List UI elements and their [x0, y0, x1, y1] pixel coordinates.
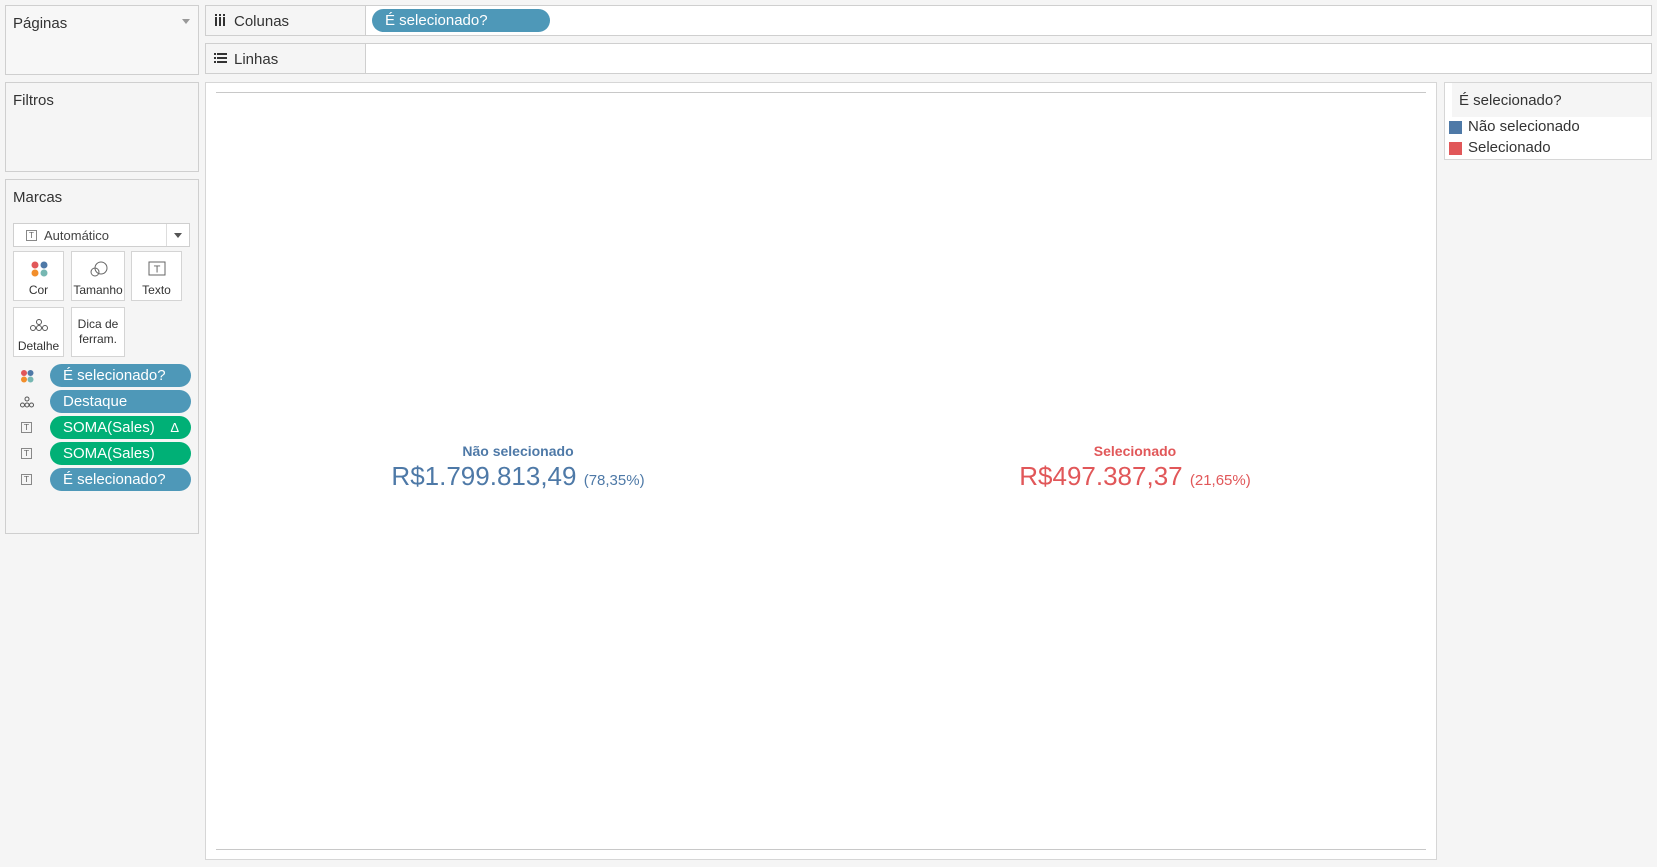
bottom-divider [216, 849, 1426, 850]
chevron-down-icon[interactable] [166, 224, 189, 246]
delta-icon: Δ [170, 420, 179, 435]
text-icon: T [20, 473, 34, 487]
pill-e-selecionado-color[interactable]: É selecionado? [50, 364, 191, 387]
marks-title: Marcas [13, 189, 63, 206]
color-button[interactable]: Cor [13, 251, 64, 301]
view-canvas[interactable]: Não selecionado R$1.799.813,49 (78,35%) … [205, 82, 1437, 860]
pill-soma-sales[interactable]: SOMA(Sales) [50, 442, 191, 465]
pill-e-selecionado-columns[interactable]: É selecionado? [372, 9, 550, 32]
cell-value-line: R$1.799.813,49 (78,35%) [218, 461, 818, 492]
size-icon [72, 260, 124, 280]
legend-swatch [1449, 142, 1462, 155]
pill-e-selecionado-text[interactable]: É selecionado? [50, 468, 191, 491]
filters-card[interactable]: Filtros [5, 82, 199, 172]
mark-selecionado[interactable]: Selecionado R$497.387,37 (21,65%) [835, 443, 1435, 492]
rows-shelf[interactable]: Linhas [205, 43, 1652, 74]
detail-label: Detalhe [17, 339, 60, 353]
legend-swatch [1449, 121, 1462, 134]
mark-type-label: Automático [44, 228, 110, 243]
text-label: Texto [142, 283, 171, 297]
detail-icon [14, 316, 63, 336]
cell-percent: (78,35%) [583, 472, 645, 489]
legend-title-text: É selecionado? [1459, 92, 1562, 109]
text-button[interactable]: T Texto [131, 251, 182, 301]
mark-nao-selecionado[interactable]: Não selecionado R$1.799.813,49 (78,35%) [218, 443, 818, 492]
pages-title: Páginas [13, 15, 68, 32]
rows-label: Linhas [234, 51, 279, 68]
columns-shelf[interactable]: Colunas É selecionado? [205, 5, 1652, 36]
text-icon: T [26, 230, 37, 241]
cell-value: R$1.799.813,49 [391, 461, 577, 491]
rows-shelf-label: Linhas [206, 44, 366, 73]
pages-card[interactable]: Páginas [5, 5, 199, 75]
columns-drop-area[interactable]: É selecionado? [366, 6, 1651, 35]
cell-value-line: R$497.387,37 (21,65%) [835, 461, 1435, 492]
color-icon [14, 260, 63, 280]
color-legend[interactable]: É selecionado? Não selecionado Seleciona… [1444, 82, 1652, 160]
color-icon [20, 369, 34, 383]
cell-category: Selecionado [1093, 443, 1177, 459]
color-label: Cor [28, 283, 49, 297]
rows-drop-area[interactable] [366, 44, 1651, 73]
columns-icon [214, 6, 228, 45]
text-icon: T [20, 447, 34, 461]
cell-value: R$497.387,37 [1019, 461, 1183, 491]
legend-item-label: Não selecionado [1468, 118, 1580, 135]
size-button[interactable]: Tamanho [71, 251, 125, 301]
top-divider [216, 92, 1426, 93]
detail-button[interactable]: Detalhe [13, 307, 64, 357]
tooltip-button[interactable]: Dica de ferram. [71, 307, 125, 357]
cell-category: Não selecionado [462, 443, 574, 459]
legend-title: É selecionado? [1452, 83, 1651, 117]
pill-destaque[interactable]: Destaque [50, 390, 191, 413]
pill-label: SOMA(Sales) [63, 419, 155, 436]
text-label-icon: T [132, 260, 181, 280]
rows-icon [214, 44, 228, 83]
marks-card: Marcas T Automático Cor Tamanho T Texto … [5, 179, 199, 534]
filters-title: Filtros [13, 92, 54, 109]
mark-type-dropdown[interactable]: T Automático [13, 223, 190, 247]
tooltip-label: Dica de ferram. [77, 317, 119, 346]
text-icon: T [20, 421, 34, 435]
columns-label: Colunas [234, 13, 290, 30]
svg-text:T: T [153, 265, 161, 276]
cell-percent: (21,65%) [1189, 472, 1251, 489]
pages-caret-icon[interactable] [182, 19, 190, 24]
legend-item-label: Selecionado [1468, 139, 1551, 156]
detail-icon [20, 395, 34, 409]
pill-soma-sales-delta[interactable]: SOMA(Sales) Δ [50, 416, 191, 439]
columns-shelf-label: Colunas [206, 6, 366, 35]
size-label: Tamanho [73, 283, 123, 297]
